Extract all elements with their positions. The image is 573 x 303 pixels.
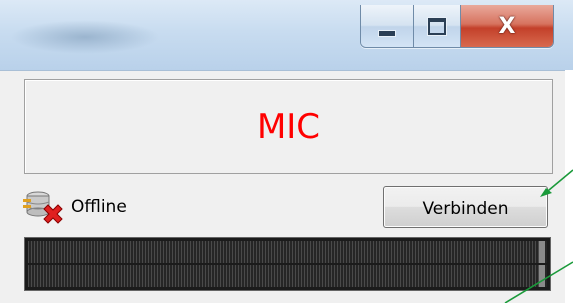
connect-button[interactable]: Verbinden <box>383 186 548 228</box>
caption-buttons: X <box>360 5 554 48</box>
minimize-button[interactable] <box>361 5 414 47</box>
maximize-button[interactable] <box>414 5 461 47</box>
level-meter-channel-left <box>28 241 547 263</box>
window-title-blurred <box>10 20 160 54</box>
minimize-icon <box>378 29 396 37</box>
maximize-icon <box>428 17 446 35</box>
disconnected-server-icon <box>22 187 68 227</box>
connection-status: Offline <box>22 187 127 227</box>
window-edge <box>565 70 573 303</box>
audio-level-meter <box>24 237 551 291</box>
title-bar[interactable]: X <box>0 0 573 71</box>
close-button[interactable]: X <box>461 5 553 47</box>
mic-display-panel: MIC <box>24 79 553 174</box>
level-meter-channel-right <box>28 265 547 287</box>
mic-label: MIC <box>256 106 321 147</box>
status-text: Offline <box>71 197 127 217</box>
close-icon: X <box>498 13 516 39</box>
